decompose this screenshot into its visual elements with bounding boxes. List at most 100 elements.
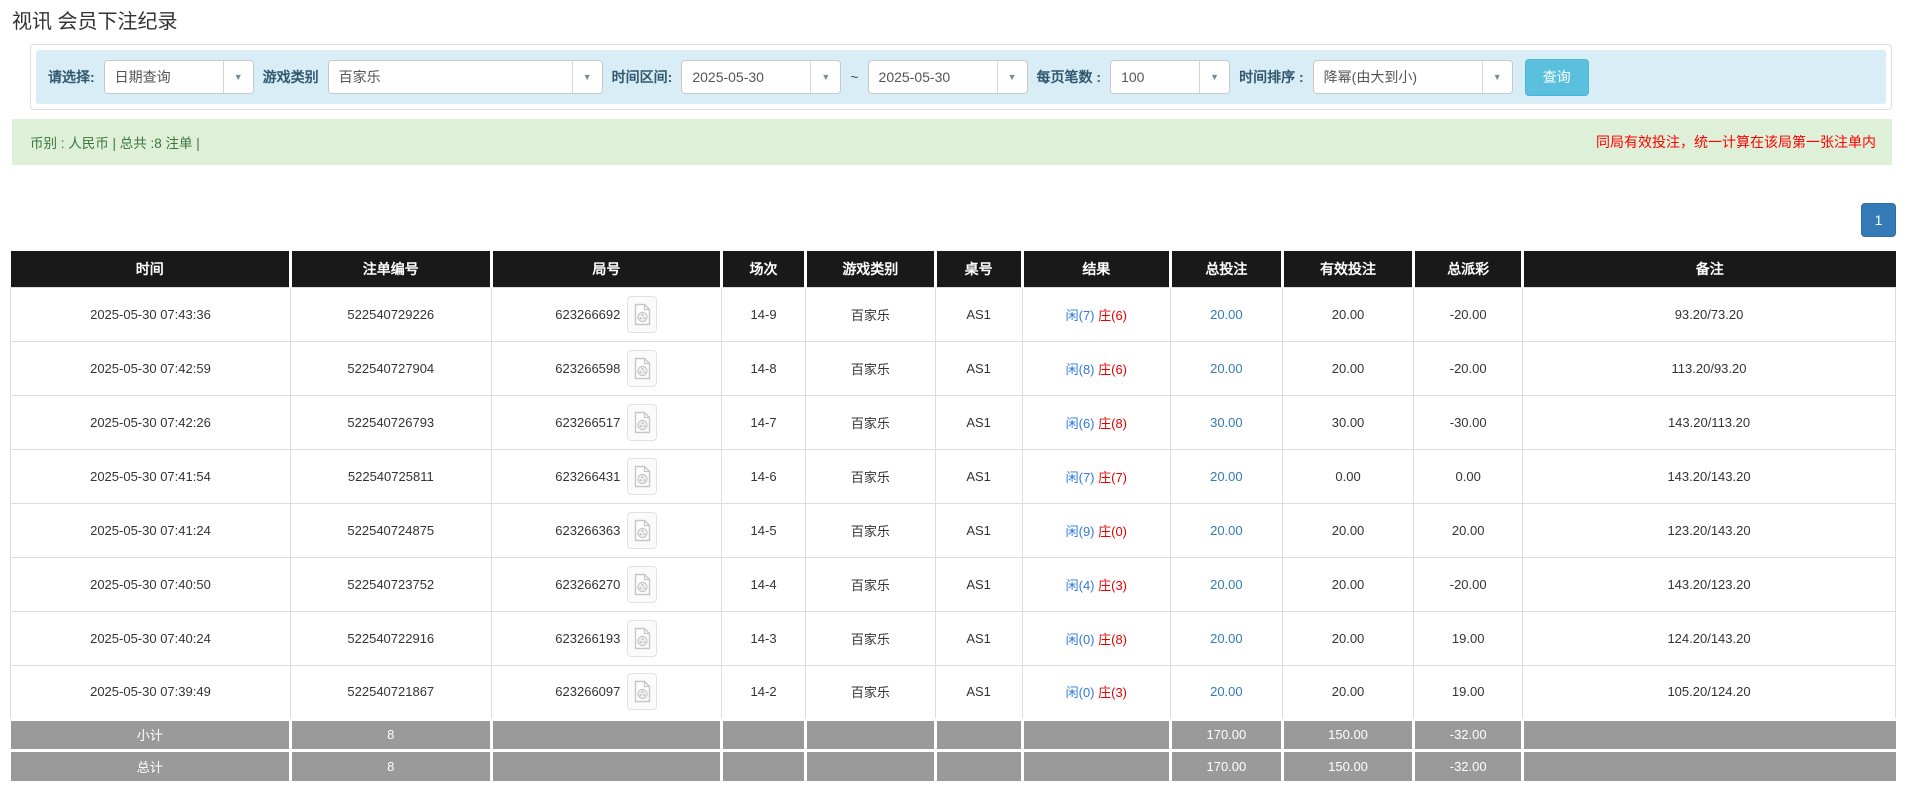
search-button[interactable]: 查询 [1525,59,1589,96]
cell-valid-bet: 30.00 [1282,395,1414,449]
total-bet-link[interactable]: 20.00 [1210,361,1243,376]
video-record-button[interactable] [627,512,657,549]
cell-time: 2025-05-30 07:42:26 [11,395,291,449]
result-player: 闲(7) [1066,470,1095,485]
video-record-button[interactable] [627,296,657,333]
cell-bet-id: 522540726793 [290,395,491,449]
cell-time: 2025-05-30 07:43:36 [11,287,291,341]
summary-bar: 币别 : 人民币 | 总共 :8 注单 | 同局有效投注，统一计算在该局第一张注… [12,119,1892,165]
sort-order-caret[interactable]: ▼ [1482,61,1512,93]
game-type-select[interactable]: 百家乐 ▼ [328,60,603,94]
cell-game-type: 百家乐 [806,341,935,395]
summary-empty-round [491,719,721,750]
table-row: 2025-05-30 07:42:59522540727904623266598… [11,341,1896,395]
video-record-icon [633,573,652,596]
date-from-select[interactable]: 2025-05-30 ▼ [681,60,841,94]
round-id: 623266193 [555,631,620,646]
cell-round: 623266193 [491,611,721,665]
result-player: 闲(9) [1066,524,1095,539]
cell-payout: 19.00 [1414,611,1523,665]
video-record-button[interactable] [627,350,657,387]
chevron-down-icon: ▼ [1493,72,1502,82]
chevron-down-icon: ▼ [1008,72,1017,82]
cell-remark: 123.20/143.20 [1523,503,1896,557]
cell-session: 14-2 [722,665,806,719]
result-banker: 庄(8) [1095,416,1128,431]
video-record-button[interactable] [627,566,657,603]
result-banker: 庄(0) [1095,524,1128,539]
total-bet-link[interactable]: 20.00 [1210,684,1243,699]
total-bet-link[interactable]: 20.00 [1210,577,1243,592]
result-banker: 庄(6) [1095,308,1128,323]
video-record-button[interactable] [627,404,657,441]
cell-table-id: AS1 [935,557,1022,611]
game-type-caret[interactable]: ▼ [572,61,602,93]
total-bet-link[interactable]: 20.00 [1210,523,1243,538]
cell-payout: -20.00 [1414,557,1523,611]
cell-result: 闲(7) 庄(6) [1022,287,1170,341]
date-to-select[interactable]: 2025-05-30 ▼ [868,60,1028,94]
cell-round: 623266270 [491,557,721,611]
cell-valid-bet: 20.00 [1282,557,1414,611]
column-header-2: 局号 [491,251,721,287]
cell-remark: 143.20/143.20 [1523,449,1896,503]
sort-order-select[interactable]: 降幂(由大到小) ▼ [1313,60,1513,94]
query-type-caret[interactable]: ▼ [223,61,253,93]
round-id: 623266363 [555,523,620,538]
cell-time: 2025-05-30 07:40:50 [11,557,291,611]
column-header-4: 游戏类别 [806,251,935,287]
summary-empty-remark [1523,719,1896,750]
cell-valid-bet: 20.00 [1282,665,1414,719]
table-row: 2025-05-30 07:39:49522540721867623266097… [11,665,1896,719]
summary-label: 总计 [11,750,291,781]
page-size-caret[interactable]: ▼ [1199,61,1229,93]
chevron-down-icon: ▼ [1210,72,1219,82]
column-header-7: 总投注 [1170,251,1282,287]
summary-total-bet: 170.00 [1170,750,1282,781]
query-type-label: 请选择: [48,67,95,87]
round-wrap: 623266598 [492,350,721,387]
result-banker: 庄(3) [1095,685,1128,700]
video-record-icon [633,627,652,650]
cell-time: 2025-05-30 07:42:59 [11,341,291,395]
video-record-button[interactable] [627,673,657,710]
cell-bet-id: 522540723752 [290,557,491,611]
cell-valid-bet: 20.00 [1282,341,1414,395]
game-type-label: 游戏类别 [263,67,319,87]
table-row: 2025-05-30 07:41:54522540725811623266431… [11,449,1896,503]
result-player: 闲(4) [1066,578,1095,593]
page-1-button[interactable]: 1 [1861,203,1896,237]
video-record-icon [633,411,652,434]
cell-valid-bet: 20.00 [1282,503,1414,557]
total-bet-link[interactable]: 20.00 [1210,469,1243,484]
total-bet-link[interactable]: 20.00 [1210,631,1243,646]
summary-payout: -32.00 [1414,750,1523,781]
sort-order-value: 降幂(由大到小) [1314,61,1482,93]
video-record-icon [633,519,652,542]
subtotal-row: 小计8170.00150.00-32.00 [11,719,1896,750]
cell-result: 闲(9) 庄(0) [1022,503,1170,557]
cell-game-type: 百家乐 [806,287,935,341]
total-bet-link[interactable]: 30.00 [1210,415,1243,430]
date-to-caret[interactable]: ▼ [997,61,1027,93]
result-player: 闲(0) [1066,632,1095,647]
result-banker: 庄(6) [1095,362,1128,377]
date-from-caret[interactable]: ▼ [810,61,840,93]
video-record-button[interactable] [627,458,657,495]
cell-game-type: 百家乐 [806,557,935,611]
cell-total-bet: 20.00 [1170,449,1282,503]
column-header-0: 时间 [11,251,291,287]
video-record-button[interactable] [627,620,657,657]
summary-empty-game [806,719,935,750]
column-header-10: 备注 [1523,251,1896,287]
cell-time: 2025-05-30 07:41:24 [11,503,291,557]
cell-table-id: AS1 [935,449,1022,503]
total-bet-link[interactable]: 20.00 [1210,307,1243,322]
date-range-separator: ~ [850,69,858,85]
column-header-9: 总派彩 [1414,251,1523,287]
page-size-select[interactable]: 100 ▼ [1110,60,1230,94]
column-header-6: 结果 [1022,251,1170,287]
cell-session: 14-5 [722,503,806,557]
cell-payout: 19.00 [1414,665,1523,719]
query-type-select[interactable]: 日期查询 ▼ [104,60,254,94]
